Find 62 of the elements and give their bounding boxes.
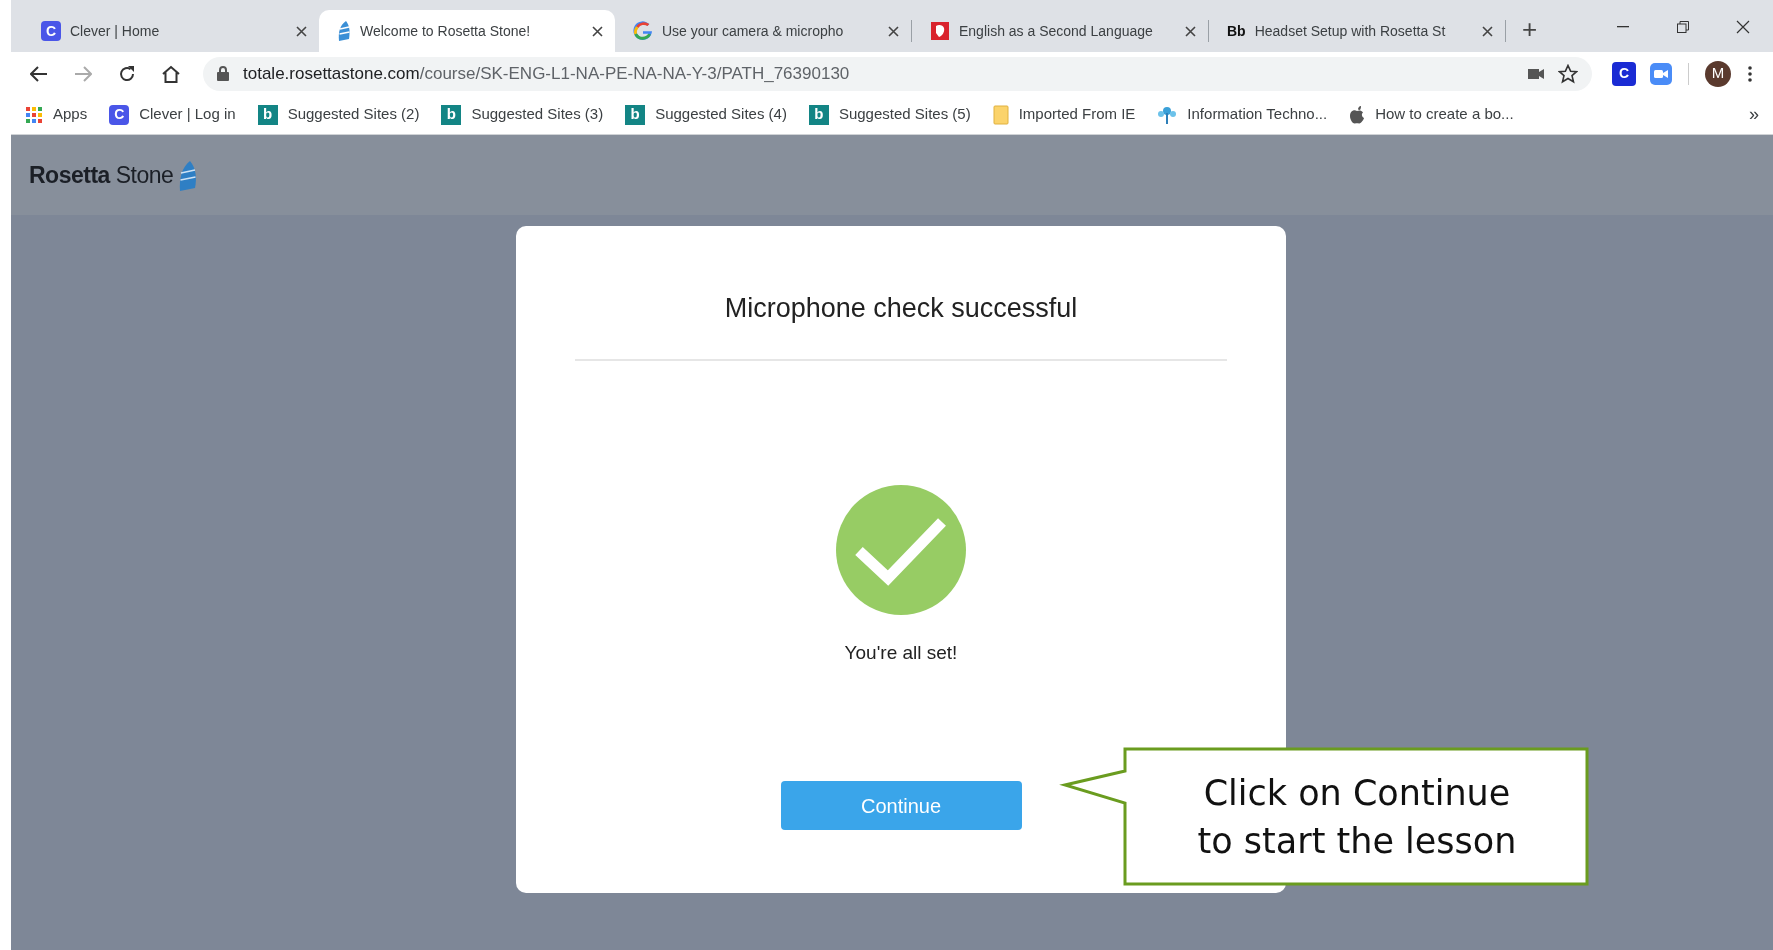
page-icon: [930, 21, 950, 41]
browser-tab[interactable]: Bb Headset Setup with Rosetta St: [1209, 10, 1505, 52]
new-tab-button[interactable]: +: [1516, 9, 1544, 50]
bookmark-item[interactable]: Imported From IE: [992, 103, 1136, 126]
back-icon: [30, 65, 48, 82]
letter-b-icon: b: [441, 104, 462, 125]
video-camera-icon[interactable]: [1650, 62, 1672, 85]
tab-title: Use your camera & micropho: [662, 21, 845, 41]
star-icon[interactable]: [1558, 63, 1578, 84]
close-icon[interactable]: [296, 25, 307, 37]
tab-title: Headset Setup with Rosetta St: [1254, 21, 1447, 41]
menu-icon: [1748, 65, 1752, 82]
dialog-title: Microphone check successful: [724, 292, 1078, 325]
tab-title: Welcome to Rosetta Stone!: [360, 21, 532, 41]
sail-icon: [177, 160, 198, 193]
browser-tab[interactable]: English as a Second Language: [912, 10, 1208, 52]
letter-b-icon: b: [808, 104, 829, 125]
more-bookmarks-button[interactable]: »: [1749, 101, 1759, 128]
restore-icon: [1677, 20, 1689, 33]
bookmark-item[interactable]: b Suggested Sites (4): [625, 103, 787, 126]
url-text: totale.rosettastone.com/course/SK-ENG-L1-NA-PE-NA-NA-Y-3/PATH_76390130: [243, 62, 850, 85]
home-icon: [161, 64, 181, 83]
forward-icon: [74, 65, 92, 82]
letters-icon: Bb: [1227, 20, 1246, 42]
browser-tab[interactable]: Welcome to Rosetta Stone!: [319, 10, 615, 52]
profile-avatar[interactable]: M: [1705, 60, 1731, 87]
letter-b-icon: b: [257, 104, 278, 125]
bookmark-item[interactable]: Information Techno...: [1157, 103, 1328, 126]
bookmark-item[interactable]: C Clever | Log in: [109, 103, 236, 126]
tab-title: English as a Second Language: [959, 21, 1154, 41]
bookmark-item[interactable]: b Suggested Sites (3): [441, 103, 604, 126]
page-icon: [992, 104, 1009, 125]
bookmark-item[interactable]: How to create a bo...: [1349, 103, 1514, 126]
g-letter-icon: [633, 21, 653, 41]
letter-c-icon: C: [41, 21, 61, 41]
status-message: You're all set!: [844, 640, 958, 665]
close-icon[interactable]: [888, 25, 899, 37]
browser-tab[interactable]: C Clever | Home: [23, 10, 319, 52]
lock-icon: [217, 66, 229, 81]
logo-text: Rosetta Stone: [29, 160, 174, 190]
sail-icon: [337, 20, 351, 42]
bookmark-item[interactable]: b Suggested Sites (2): [257, 103, 420, 126]
browser-tab[interactable]: Use your camera & micropho: [615, 10, 911, 52]
tab-title: Clever | Home: [70, 21, 161, 41]
callout-text: Click on Continue to start the lesson: [1197, 771, 1517, 863]
close-icon[interactable]: [1185, 25, 1196, 37]
letter-c-icon: C: [109, 104, 130, 125]
check-circle-icon: [836, 484, 966, 615]
bookmark-item[interactable]: Apps: [25, 103, 88, 126]
tree-icon: [1157, 104, 1178, 125]
letter-b-icon: b: [625, 104, 646, 125]
close-icon[interactable]: [592, 25, 603, 37]
letter-c-icon[interactable]: C: [1612, 61, 1636, 86]
grid-icon: [25, 105, 43, 124]
apple-icon: [1349, 105, 1366, 124]
address-bar[interactable]: totale.rosettastone.com/course/SK-ENG-L1-NA-PE-NA-NA-Y-3/PATH_76390130: [203, 56, 1592, 91]
close-icon[interactable]: [1482, 25, 1493, 37]
camera-icon[interactable]: [1528, 67, 1544, 80]
close-icon: [1736, 19, 1750, 34]
minimize-icon: [1617, 25, 1629, 28]
bookmark-item[interactable]: b Suggested Sites (5): [808, 103, 971, 126]
reload-icon: [118, 64, 136, 83]
